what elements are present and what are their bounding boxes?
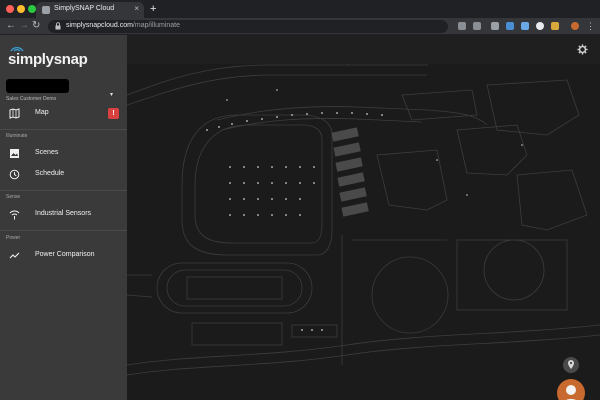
wifi-icon xyxy=(9,210,20,220)
map-canvas[interactable] xyxy=(127,35,600,400)
sidebar-item-power-comparison[interactable]: Power Comparison xyxy=(0,247,127,265)
redacted-account-name xyxy=(6,79,69,93)
lock-icon xyxy=(55,22,61,30)
section-label-illuminate: Illuminate xyxy=(6,133,28,139)
gear-icon[interactable] xyxy=(577,44,588,55)
trend-icon xyxy=(9,252,20,259)
section-label-power: Power xyxy=(6,235,21,241)
forward-button[interactable]: → xyxy=(19,20,29,32)
sidebar-item-label: Industrial Sensors xyxy=(35,210,92,217)
tab-title: SimplySNAP Cloud xyxy=(54,5,115,12)
chevron-down-icon[interactable]: ▾ xyxy=(110,91,113,98)
star-icon[interactable] xyxy=(473,22,481,30)
map-toolbar xyxy=(127,35,600,64)
divider xyxy=(0,129,127,130)
location-pin-icon xyxy=(568,360,574,369)
window-close-button[interactable] xyxy=(6,5,14,13)
sidebar-item-scenes[interactable]: Scenes xyxy=(0,145,127,163)
window-minimize-button[interactable] xyxy=(17,5,25,13)
location-pin-button[interactable] xyxy=(563,357,579,373)
sidebar-item-industrial-sensors[interactable]: Industrial Sensors xyxy=(0,206,127,224)
tab-close-icon[interactable]: × xyxy=(134,4,139,13)
clock-icon xyxy=(9,169,20,180)
extension-icon[interactable] xyxy=(536,22,544,30)
profile-icon[interactable] xyxy=(571,22,579,30)
sidebar-item-map[interactable]: Map ! xyxy=(0,105,127,123)
address-bar-row: ← → ↻ simplysnapcloud.com/map/illuminate… xyxy=(0,18,600,35)
section-label-sense: Sense xyxy=(6,194,21,200)
url-input[interactable]: simplysnapcloud.com/map/illuminate xyxy=(48,20,448,33)
url-text: simplysnapcloud.com/map/illuminate xyxy=(66,22,180,29)
new-tab-button[interactable]: + xyxy=(150,2,156,16)
extension-icon[interactable] xyxy=(506,22,514,30)
account-label: Sales Customer Demo xyxy=(6,96,57,102)
image-icon xyxy=(10,149,19,158)
logo: simplysnap xyxy=(8,47,88,69)
alert-badge[interactable]: ! xyxy=(108,108,119,119)
sidebar: simplysnap Sales Customer Demo ▾ Map ! I… xyxy=(0,35,127,400)
logo-text: simplysnap xyxy=(8,51,88,68)
browser-tab-bar: SimplySNAP Cloud × + xyxy=(0,0,600,18)
extension-icon[interactable] xyxy=(551,22,559,30)
site-map-drawing[interactable] xyxy=(127,35,600,400)
sidebar-item-schedule[interactable]: Schedule xyxy=(0,166,127,184)
menu-icon[interactable]: ⋮ xyxy=(586,20,595,32)
extension-icon[interactable] xyxy=(521,22,529,30)
divider xyxy=(0,230,127,231)
key-icon[interactable] xyxy=(458,22,466,30)
user-avatar-icon xyxy=(566,385,576,400)
back-button[interactable]: ← xyxy=(6,20,16,32)
sidebar-item-label: Map xyxy=(35,109,49,116)
map-icon xyxy=(9,108,20,119)
extension-icon[interactable] xyxy=(491,22,499,30)
user-avatar-button[interactable] xyxy=(557,379,585,400)
url-path: /map/illuminate xyxy=(132,22,180,29)
divider xyxy=(0,190,127,191)
sidebar-item-label: Scenes xyxy=(35,149,59,156)
window-maximize-button[interactable] xyxy=(28,5,36,13)
favicon-icon xyxy=(42,6,50,14)
url-host: simplysnapcloud.com xyxy=(66,22,133,29)
reload-button[interactable]: ↻ xyxy=(32,20,40,32)
browser-tab[interactable]: SimplySNAP Cloud × xyxy=(36,2,144,18)
sidebar-item-label: Power Comparison xyxy=(35,251,95,258)
sidebar-item-label: Schedule xyxy=(35,170,65,177)
